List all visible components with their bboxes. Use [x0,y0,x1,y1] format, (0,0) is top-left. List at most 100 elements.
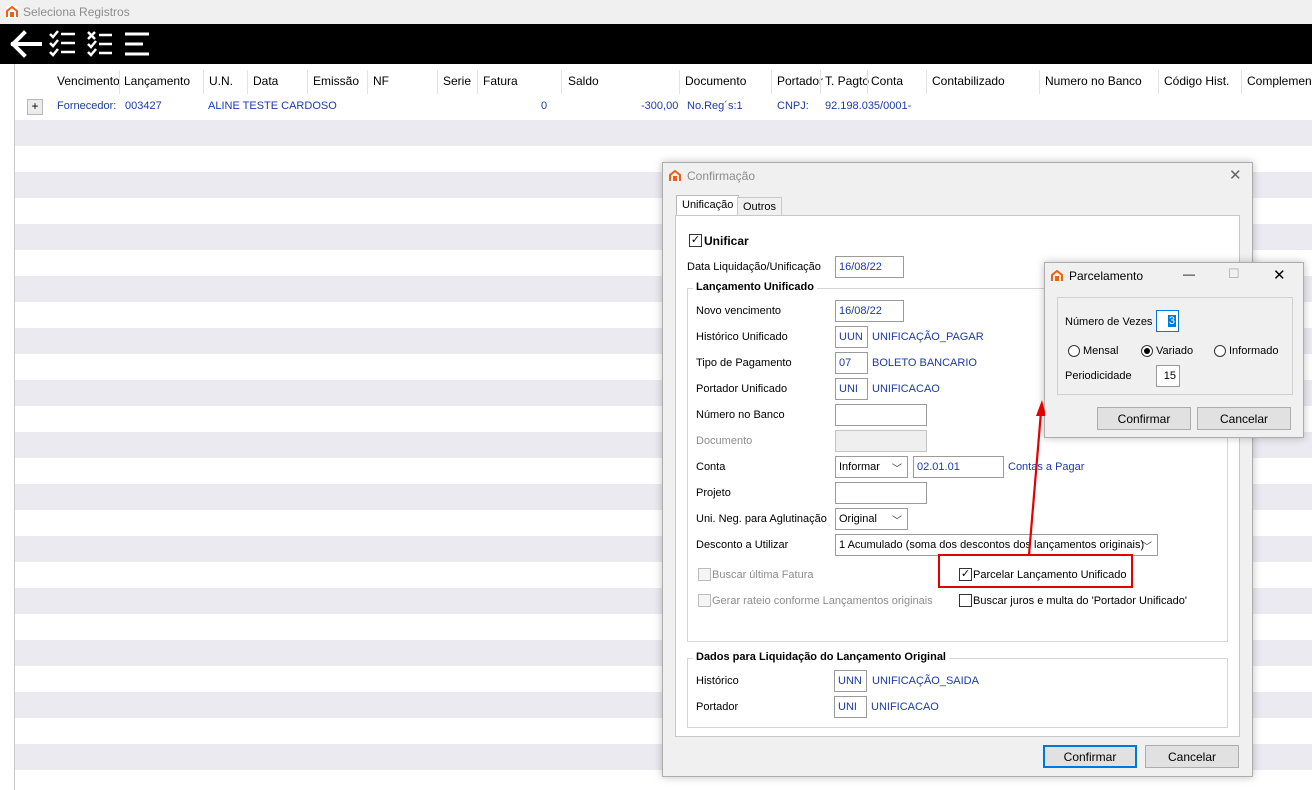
column-header-saldo[interactable]: Saldo [568,74,599,88]
column-header-contabilizado[interactable]: Contabilizado [932,74,1005,88]
column-header-conta[interactable]: Conta [871,74,903,88]
desconto-select-value: 1 Acumulado (soma dos descontos dos lanç… [839,539,1145,551]
tab-unificacao[interactable]: Unificação [676,195,740,217]
back-icon[interactable] [9,28,43,60]
column-header-tpagto[interactable]: T. Pagto [825,74,869,88]
column-header-serie[interactable]: Serie [443,74,471,88]
confirm-button[interactable]: Confirmar [1043,745,1137,768]
supplier-name: ALINE TESTE CARDOSO [208,100,337,112]
dialog-title: Confirmação [687,169,756,183]
numero-vezes-label: Número de Vezes [1065,316,1153,328]
chevron-down-icon: ﹀ [892,464,902,475]
column-divider [771,70,772,94]
column-header-nf[interactable]: NF [373,74,389,88]
column-header-codigo-hist[interactable]: Código Hist. [1164,74,1229,88]
unificar-checkbox[interactable]: ✓ [689,234,702,247]
desconto-select[interactable]: 1 Acumulado (soma dos descontos dos lanç… [835,534,1158,556]
close-icon[interactable]: ✕ [1273,266,1286,284]
numero-banco-field[interactable] [835,404,927,426]
annotation-arrow [1027,400,1045,556]
portador-unificado-code[interactable]: UNI [835,378,868,400]
close-icon[interactable]: ✕ [1229,166,1242,184]
historico-unificado-code[interactable]: UUN [835,326,868,348]
uni-neg-select[interactable]: Original ﹀ [835,508,908,530]
portador-value: CNPJ: [777,100,809,112]
data-liquidacao-field[interactable]: 16/08/22 [835,256,904,278]
column-divider [561,70,562,94]
column-header-data[interactable]: Data [253,74,278,88]
conta-label: Conta [696,461,726,473]
column-divider [926,70,927,94]
variado-radio[interactable] [1141,345,1153,357]
column-header-numero-banco[interactable]: Numero no Banco [1045,74,1142,88]
window-title: Seleciona Registros [23,5,130,19]
grid-stripe [15,120,1312,146]
uni-neg-select-value: Original [839,513,877,525]
cnpj-value: 92.198.035/0001- [825,100,912,112]
documento-field [835,430,927,452]
column-header-fatura[interactable]: Fatura [483,74,518,88]
informado-label: Informado [1229,345,1279,357]
column-header-complemento[interactable]: Complemento [1247,74,1312,88]
column-header-portador[interactable]: Portador [777,74,823,88]
variado-label: Variado [1156,345,1194,357]
dados-historico-desc: UNIFICAÇÃO_SAIDA [872,675,979,687]
app-logo-icon [6,6,18,18]
dados-historico-label: Histórico [696,675,739,687]
projeto-field[interactable] [835,482,927,504]
dados-portador-desc: UNIFICACAO [871,701,939,713]
maximize-icon: ☐ [1228,266,1240,281]
novo-vencimento-field[interactable]: 16/08/22 [835,300,904,322]
documento-value: No.Reg´s:1 [687,100,743,112]
conta-select[interactable]: Informar ﹀ [835,456,908,478]
informado-radio[interactable] [1214,345,1226,357]
column-divider [1241,70,1242,94]
confirmation-dialog: Confirmação ✕ Unificação Outros ✓ Unific… [662,162,1253,777]
buscar-juros-checkbox[interactable] [959,594,972,607]
numero-banco-label: Número no Banco [696,409,785,421]
buscar-fatura-checkbox[interactable] [698,568,711,581]
chevron-down-icon: ﹀ [1142,542,1152,553]
mensal-radio[interactable] [1068,345,1080,357]
column-divider [367,70,368,94]
parcelamento-cancel-button[interactable]: Cancelar [1197,407,1291,430]
app-logo-icon [669,170,681,181]
parcelamento-confirm-button[interactable]: Confirmar [1097,407,1191,430]
periodicidade-field[interactable]: 15 [1156,365,1180,387]
column-divider [247,70,248,94]
column-header-lancamento[interactable]: Lançamento [124,74,190,88]
tipo-pagamento-label: Tipo de Pagamento [696,357,792,369]
column-divider [307,70,308,94]
minimize-icon[interactable]: — [1183,267,1195,281]
window-titlebar: Seleciona Registros [0,0,1312,24]
menu-icon[interactable] [121,28,155,60]
dados-historico-code[interactable]: UNN [834,670,867,692]
dados-liquidacao-group [687,658,1228,728]
uncheck-list-icon[interactable] [84,28,118,60]
column-divider [477,70,478,94]
column-header-documento[interactable]: Documento [685,74,746,88]
historico-unificado-desc: UNIFICAÇÃO_PAGAR [872,331,984,343]
tipo-pagamento-code[interactable]: 07 [835,352,868,374]
numero-vezes-field[interactable]: 3 [1156,310,1179,332]
dados-portador-code[interactable]: UNI [834,696,867,718]
cancel-button[interactable]: Cancelar [1145,745,1239,768]
column-divider [119,70,120,94]
column-header-vencimento[interactable]: Vencimento [57,74,120,88]
column-divider [1158,70,1159,94]
column-header-un[interactable]: U.N. [209,74,233,88]
column-header-emissao[interactable]: Emissão [313,74,359,88]
highlight-box [938,554,1133,588]
gerar-rateio-checkbox[interactable] [698,594,711,607]
checklist-icon[interactable] [46,28,80,60]
data-liquidacao-label: Data Liquidação/Unificação [687,261,821,273]
portador-unificado-label: Portador Unificado [696,383,788,395]
supplier-code: 003427 [125,100,162,112]
numero-vezes-value: 3 [1167,315,1176,327]
novo-vencimento-label: Novo vencimento [696,305,781,317]
conta-code-field[interactable]: 02.01.01 [913,456,1004,478]
column-divider [203,70,204,94]
conta-select-value: Informar [839,461,880,473]
expand-row-button[interactable]: + [27,99,43,115]
supplier-label: Fornecedor: [57,100,117,112]
